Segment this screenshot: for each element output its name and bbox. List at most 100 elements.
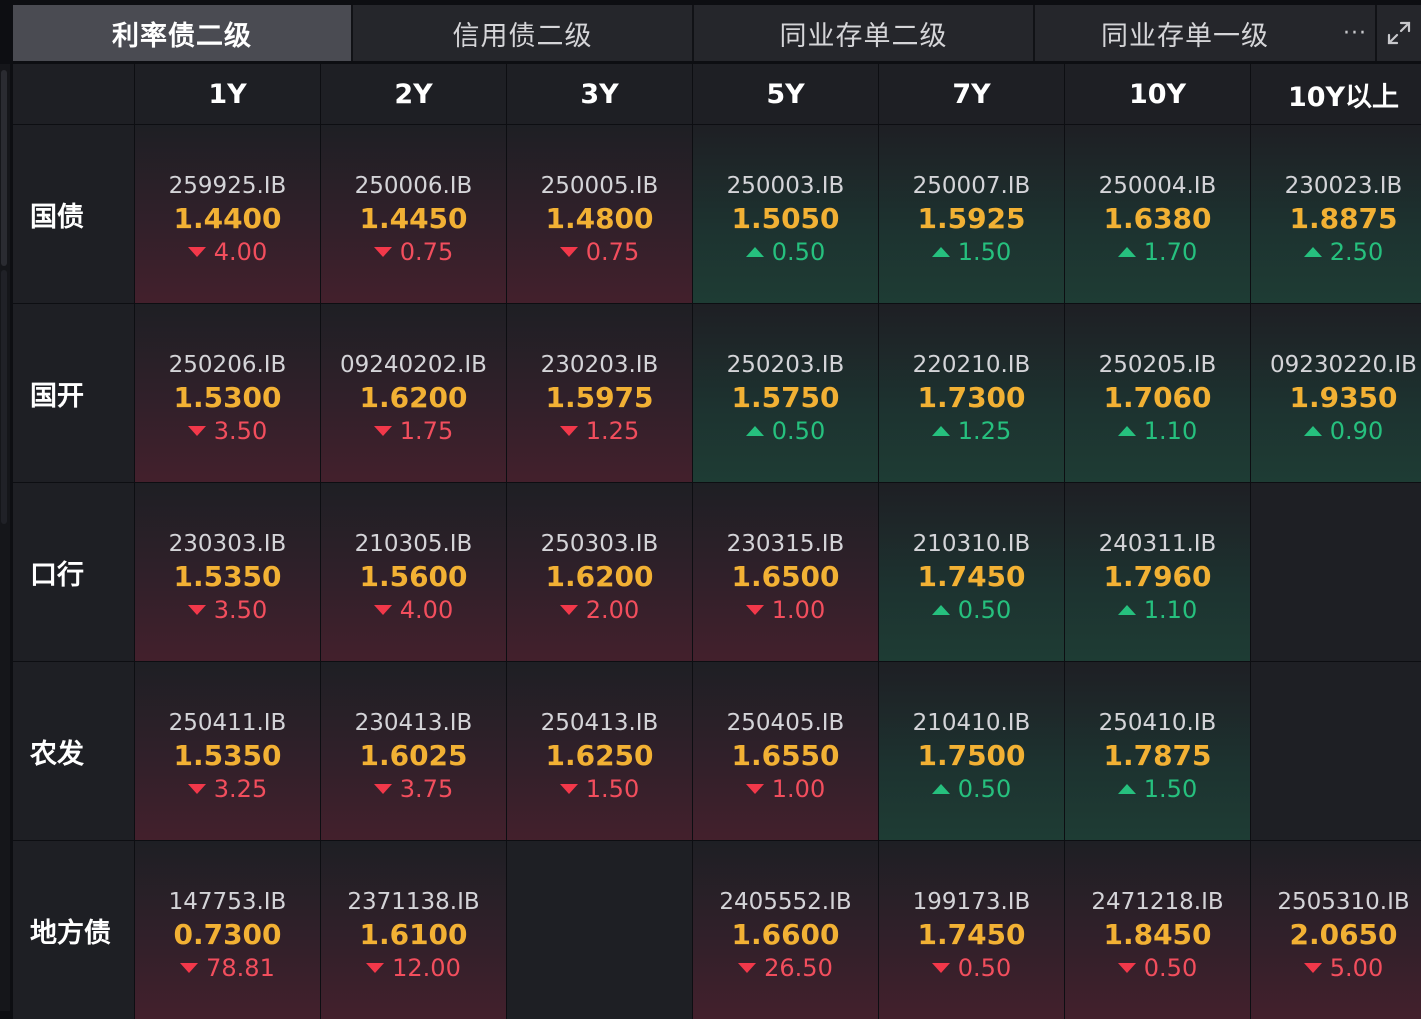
bond-quote-cell[interactable]: 2471218.IB 1.8450 0.50	[1065, 841, 1250, 1019]
bond-change: 3.25	[187, 774, 267, 804]
bond-quote-cell[interactable]: 147753.IB 0.7300 78.81	[135, 841, 320, 1019]
arrow-down-icon	[559, 426, 578, 436]
tab-ncd-secondary[interactable]: 同业存单二级	[694, 5, 1035, 61]
bond-quote-cell[interactable]: 2405552.IB 1.6600 26.50	[693, 841, 878, 1019]
arrow-up-icon	[1117, 784, 1136, 794]
bond-change-value: 2.50	[1329, 238, 1384, 266]
bond-quote-cell[interactable]: 230413.IB 1.6025 3.75	[321, 662, 506, 840]
bond-quote-cell[interactable]: 2371138.IB 1.6100 12.00	[321, 841, 506, 1019]
bond-quote-cell[interactable]: 230203.IB 1.5975 1.25	[507, 304, 692, 482]
bond-quote-cell[interactable]: 210305.IB 1.5600 4.00	[321, 483, 506, 661]
bond-quote-cell[interactable]: 259925.IB 1.4400 4.00	[135, 125, 320, 303]
bond-change: 0.50	[931, 774, 1011, 804]
bond-quote-cell[interactable]: 250004.IB 1.6380 1.70	[1065, 125, 1250, 303]
bond-code: 250206.IB	[168, 352, 287, 378]
bond-yield: 1.5600	[359, 560, 468, 593]
bond-quote-cell[interactable]: 210410.IB 1.7500 0.50	[879, 662, 1064, 840]
bond-quote-cell[interactable]: 2505310.IB 2.0650 5.00	[1251, 841, 1421, 1019]
bond-quote-cell[interactable]: 250005.IB 1.4800 0.75	[507, 125, 692, 303]
bond-quote-cell[interactable]: 220210.IB 1.7300 1.25	[879, 304, 1064, 482]
bond-quote-cell[interactable]: 250413.IB 1.6250 1.50	[507, 662, 692, 840]
bond-quote-cell[interactable]: 250405.IB 1.6550 1.00	[693, 662, 878, 840]
bond-quote-cell[interactable]: 250411.IB 1.5350 3.25	[135, 662, 320, 840]
bond-change: 0.50	[931, 595, 1012, 625]
bond-change-value: 26.50	[764, 954, 833, 982]
bond-quote-cell[interactable]: 250205.IB 1.7060 1.10	[1065, 304, 1250, 482]
arrow-up-icon	[745, 247, 764, 257]
bond-yield: 1.6550	[731, 739, 840, 772]
column-header-6: 10Y以上	[1251, 64, 1421, 124]
bond-change-value: 4.00	[213, 238, 268, 266]
bond-change: 0.50	[745, 416, 825, 446]
bond-yield: 1.5750	[731, 381, 840, 414]
bond-change: 0.50	[745, 237, 825, 267]
bond-code: 147753.IB	[168, 889, 287, 915]
bond-code: 250303.IB	[540, 531, 659, 557]
bond-quote-cell[interactable]: 09230220.IB 1.9350 0.90	[1251, 304, 1421, 482]
bond-change-value: 3.75	[399, 775, 454, 803]
bond-change-value: 78.81	[206, 954, 275, 982]
bond-yield: 1.9350	[1289, 381, 1398, 414]
bond-quote-cell[interactable]: 230303.IB 1.5350 3.50	[135, 483, 320, 661]
arrow-down-icon	[180, 963, 199, 973]
bond-change-value: 0.75	[399, 238, 454, 266]
bond-change-value: 1.75	[399, 417, 454, 445]
bond-change-value: 0.50	[957, 954, 1012, 982]
bond-code: 250006.IB	[354, 173, 473, 199]
scrollbar-thumb[interactable]	[1, 70, 7, 266]
bond-quote-cell[interactable]: 230315.IB 1.6500 1.00	[693, 483, 878, 661]
bond-quote-cell[interactable]: 250303.IB 1.6200 2.00	[507, 483, 692, 661]
bond-quote-cell[interactable]: 250410.IB 1.7875 1.50	[1065, 662, 1250, 840]
bond-quote-cell[interactable]: 250003.IB 1.5050 0.50	[693, 125, 878, 303]
tab-rate-bond-secondary[interactable]: 利率债二级	[13, 5, 353, 61]
bond-yield: 1.6100	[359, 918, 468, 951]
bond-change-value: 1.50	[585, 775, 640, 803]
bond-change: 5.00	[1303, 953, 1383, 983]
arrow-down-icon	[1303, 963, 1322, 973]
bond-yield: 0.7300	[173, 918, 282, 951]
bond-yield: 1.7300	[917, 381, 1026, 414]
bond-quote-cell[interactable]: 210310.IB 1.7450 0.50	[879, 483, 1064, 661]
tab-ncd-primary[interactable]: 同业存单一级	[1035, 5, 1335, 61]
bond-change-value: 0.75	[585, 238, 640, 266]
bond-change-value: 0.50	[957, 596, 1012, 624]
column-header-5: 10Y	[1065, 64, 1250, 124]
bond-change: 3.75	[373, 774, 454, 804]
bond-yield: 1.7060	[1103, 381, 1212, 414]
bond-code: 09240202.IB	[340, 352, 487, 378]
bond-quote-cell[interactable]: 199173.IB 1.7450 0.50	[879, 841, 1064, 1019]
bond-change-value: 12.00	[392, 954, 461, 982]
bond-quote-cell[interactable]: 250206.IB 1.5300 3.50	[135, 304, 320, 482]
arrow-up-icon	[931, 605, 950, 615]
bond-code: 09230220.IB	[1270, 352, 1417, 378]
tab-credit-bond-secondary[interactable]: 信用债二级	[353, 5, 694, 61]
bond-quote-cell[interactable]: 250006.IB 1.4450 0.75	[321, 125, 506, 303]
arrow-up-icon	[745, 426, 764, 436]
bond-code: 250203.IB	[726, 352, 845, 378]
bond-yield: 1.5350	[173, 739, 282, 772]
row-label: 国开	[13, 304, 134, 482]
bond-quote-cell[interactable]: 250007.IB 1.5925 1.50	[879, 125, 1064, 303]
bond-yield: 1.6200	[545, 560, 654, 593]
bond-yield: 2.0650	[1289, 918, 1398, 951]
bond-change-value: 0.90	[1329, 417, 1384, 445]
bond-yield: 1.8450	[1103, 918, 1212, 951]
bond-code: 250003.IB	[726, 173, 845, 199]
bond-code: 2405552.IB	[719, 889, 852, 915]
bond-quote-cell[interactable]: 09240202.IB 1.6200 1.75	[321, 304, 506, 482]
arrow-up-icon	[931, 426, 950, 436]
bond-code: 259925.IB	[168, 173, 287, 199]
bond-change: 1.10	[1117, 416, 1197, 446]
bond-quote-cell[interactable]: 250203.IB 1.5750 0.50	[693, 304, 878, 482]
more-tabs-button[interactable]: ···	[1335, 5, 1375, 61]
left-scrollbar[interactable]	[0, 64, 10, 1011]
bond-quote-cell[interactable]: 230023.IB 1.8875 2.50	[1251, 125, 1421, 303]
arrow-down-icon	[745, 605, 764, 615]
market-tab-bar: 利率债二级 信用债二级 同业存单二级 同业存单一级 ···	[13, 5, 1421, 61]
arrow-down-icon	[738, 963, 757, 973]
bond-code: 230413.IB	[354, 710, 473, 736]
expand-icon[interactable]	[1375, 5, 1421, 61]
bond-quote-cell[interactable]: 240311.IB 1.7960 1.10	[1065, 483, 1250, 661]
bond-change: 1.00	[745, 774, 825, 804]
bond-code: 230203.IB	[540, 352, 659, 378]
